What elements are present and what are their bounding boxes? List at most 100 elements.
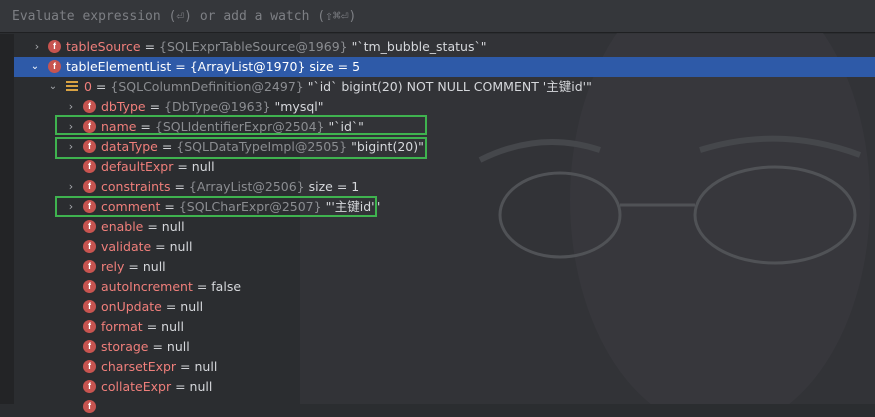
tree-row-text: onUpdate = null [101,297,203,317]
tree-row-comment[interactable]: › f comment = {SQLCharExpr@2507} "'主键id'… [14,197,875,217]
field-name: format [101,319,143,334]
field-name: constraints [101,179,171,194]
variables-tree: › f tableSource = {SQLExprTableSource@19… [0,35,875,413]
field-name: comment [101,199,161,214]
tree-row-collateExpr[interactable]: f collateExpr = null [14,377,875,397]
tree-row-onUpdate[interactable]: f onUpdate = null [14,297,875,317]
tree-row-name[interactable]: › f name = {SQLIdentifierExpr@2504} "`id… [14,117,875,137]
chevron-right-icon[interactable]: › [66,97,76,117]
tree-row-rely[interactable]: f rely = null [14,257,875,277]
tree-row-text: autoIncrement = false [101,277,241,297]
tree-row-storage[interactable]: f storage = null [14,337,875,357]
field-name: validate [101,239,152,254]
chevron-right-icon[interactable]: › [66,117,76,137]
chevron-right-icon[interactable]: › [66,137,76,157]
field-f-icon: f [83,400,96,413]
field-name: enable [101,219,144,234]
chevron-down-icon[interactable]: ⌄ [48,77,58,97]
tree-row-element-0[interactable]: ⌄ 0 = {SQLColumnDefinition@2497} "`id` b… [14,77,875,97]
tree-row-text: 0 = {SQLColumnDefinition@2497} "`id` big… [84,77,592,97]
tree-row-text: collateExpr = null [101,377,212,397]
field-name: dbType [101,99,146,114]
tree-row-dataType[interactable]: › f dataType = {SQLDataTypeImpl@2505} "b… [14,137,875,157]
equals-sign: = [171,59,190,74]
field-name: tableElementList [66,59,172,74]
field-type: {ArrayList@2506} [188,179,305,194]
field-f-icon: f [83,100,96,113]
equals-sign: = [148,339,167,354]
equals-sign: = [171,379,190,394]
chevron-right-icon[interactable]: › [66,177,76,197]
equals-sign: = [173,159,192,174]
tree-row-text: tableSource = {SQLExprTableSource@1969} … [66,37,486,57]
tree-row-enable[interactable]: f enable = null [14,217,875,237]
equals-sign: = [136,119,155,134]
tree-row-text: tableElementList = {ArrayList@1970} size… [66,57,360,77]
tree-row-format[interactable]: f format = null [14,317,875,337]
field-type: {SQLColumnDefinition@2497} [110,79,304,94]
field-f-icon: f [48,60,61,73]
tree-row-text: dataType = {SQLDataTypeImpl@2505} "bigin… [101,137,424,157]
field-value: "`id`" [324,119,364,134]
equals-sign: = [151,239,170,254]
field-f-icon: f [83,260,96,273]
tree-row-text: constraints = {ArrayList@2506} size = 1 [101,177,359,197]
field-value: false [211,279,242,294]
chevron-right-icon[interactable]: › [32,37,42,57]
chevron-right-icon[interactable]: › [66,197,76,217]
field-f-icon: f [83,240,96,253]
tree-row-partial[interactable]: f [14,397,875,417]
field-value: null [194,359,218,374]
field-type: {SQLExprTableSource@1969} [159,39,348,54]
tree-row-tableElementList[interactable]: ⌄ f tableElementList = {ArrayList@1970} … [14,57,875,77]
field-value: null [169,239,193,254]
field-f-icon: f [83,140,96,153]
tree-row-text: format = null [101,317,184,337]
tree-row-charsetExpr[interactable]: f charsetExpr = null [14,357,875,377]
evaluate-expression-input[interactable] [0,0,875,33]
field-value: null [161,219,185,234]
chevron-down-icon[interactable]: ⌄ [30,57,40,77]
evaluate-expression-bar [0,0,875,33]
field-value: "'主键id'" [321,199,381,214]
field-value: size = 1 [304,179,360,194]
tree-row-constraints[interactable]: › f constraints = {ArrayList@2506} size … [14,177,875,197]
field-type: {ArrayList@1970} [189,59,306,74]
equals-sign: = [124,259,143,274]
tree-row-text: name = {SQLIdentifierExpr@2504} "`id`" [101,117,364,137]
field-f-icon: f [83,120,96,133]
field-type: {SQLIdentifierExpr@2504} [154,119,325,134]
equals-sign: = [145,99,165,114]
field-value: "`tm_bubble_status`" [347,39,487,54]
field-f-icon: f [83,160,96,173]
field-name: autoIncrement [101,279,193,294]
field-name: storage [101,339,149,354]
field-value: null [191,159,215,174]
equals-sign: = [91,79,111,94]
field-value: "`id` bigint(20) NOT NULL COMMENT '主键id'… [303,79,592,94]
field-f-icon: f [83,200,96,213]
tree-row-dbType[interactable]: › f dbType = {DbType@1963} "mysql" [14,97,875,117]
field-value: null [142,259,166,274]
field-f-icon: f [83,380,96,393]
field-name: name [101,119,137,134]
field-f-icon: f [83,300,96,313]
equals-sign: = [192,279,212,294]
tree-row-text: dbType = {DbType@1963} "mysql" [101,97,323,117]
tree-row-defaultExpr[interactable]: f defaultExpr = null [14,157,875,177]
field-value: "mysql" [270,99,324,114]
field-value: "bigint(20)" [347,139,424,154]
tree-row-validate[interactable]: f validate = null [14,237,875,257]
field-f-icon: f [83,220,96,233]
tree-row-tableSource[interactable]: › f tableSource = {SQLExprTableSource@19… [14,37,875,57]
field-name: onUpdate [101,299,162,314]
field-value: null [180,299,204,314]
field-f-icon: f [83,320,96,333]
field-name: 0 [84,79,92,94]
field-name: tableSource [66,39,141,54]
field-name: defaultExpr [101,159,174,174]
tree-row-autoIncrement[interactable]: f autoIncrement = false [14,277,875,297]
field-name: charsetExpr [101,359,177,374]
equals-sign: = [143,219,162,234]
field-f-icon: f [83,340,96,353]
